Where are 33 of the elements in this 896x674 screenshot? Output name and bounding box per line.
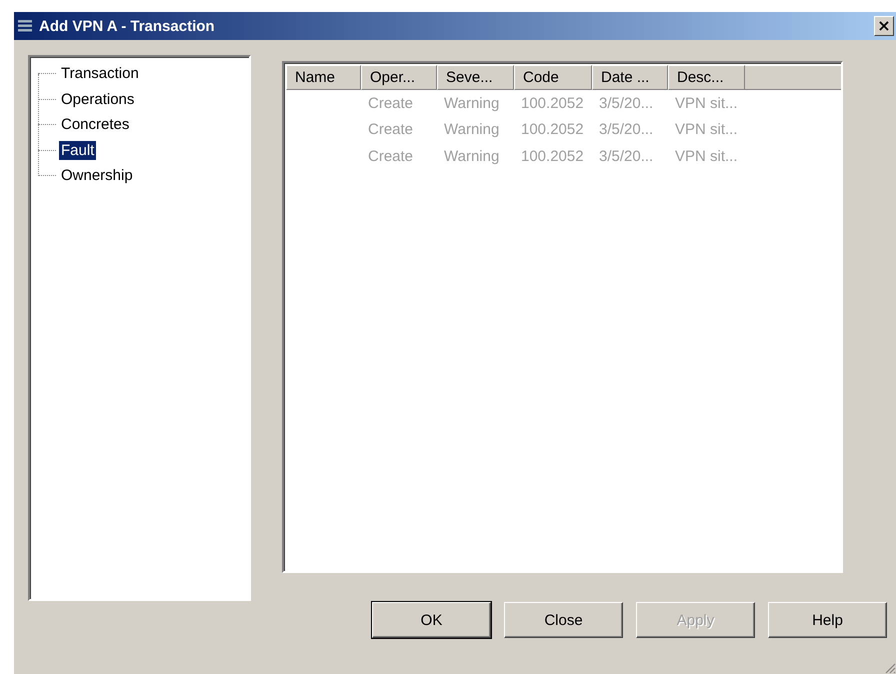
table-cell-text: Warning [443, 148, 500, 165]
table-cell-text: Create [367, 148, 414, 165]
table-cell-text: 3/5/20... [598, 121, 654, 138]
table-cell-text: Warning [443, 94, 500, 112]
resize-grip-icon[interactable] [884, 662, 896, 674]
column-header[interactable]: Oper... [361, 65, 437, 90]
dialog-button[interactable]: Help [768, 602, 887, 638]
tree-item[interactable]: Concretes [59, 115, 132, 134]
table-cell-text: Create [367, 121, 414, 138]
table-cell-text: Create [367, 94, 414, 112]
tree-item[interactable]: Ownership [59, 166, 135, 186]
table-cell-text: Warning [443, 121, 500, 138]
table-cell-text: VPN sit... [674, 94, 739, 112]
column-header[interactable]: Date ... [592, 65, 668, 90]
column-header[interactable]: Code [514, 65, 592, 90]
table-cell-text: 100.2052 [520, 121, 585, 138]
tree-item[interactable]: Transaction [59, 64, 141, 84]
dialog-button[interactable]: Close [504, 602, 623, 638]
table-cell-text: 3/5/20... [598, 148, 654, 165]
table-cell-text: VPN sit... [674, 121, 739, 138]
table-cell-text: 100.2052 [520, 148, 585, 165]
column-header[interactable]: Seve... [437, 65, 514, 90]
table-cell-text: 3/5/20... [598, 94, 654, 112]
table-cell-text: VPN sit... [674, 148, 739, 165]
close-button[interactable]: × [874, 16, 894, 36]
table-cell-text: 100.2052 [520, 94, 585, 112]
column-header[interactable]: Name [286, 65, 361, 90]
window-title: Add VPN A - Transaction [39, 18, 215, 34]
column-header[interactable]: Desc... [668, 65, 745, 90]
tree-item[interactable]: Operations [59, 90, 136, 109]
list-icon [17, 19, 33, 33]
tree-item[interactable]: Fault [59, 140, 96, 160]
dialog-button[interactable]: OK [372, 602, 491, 638]
